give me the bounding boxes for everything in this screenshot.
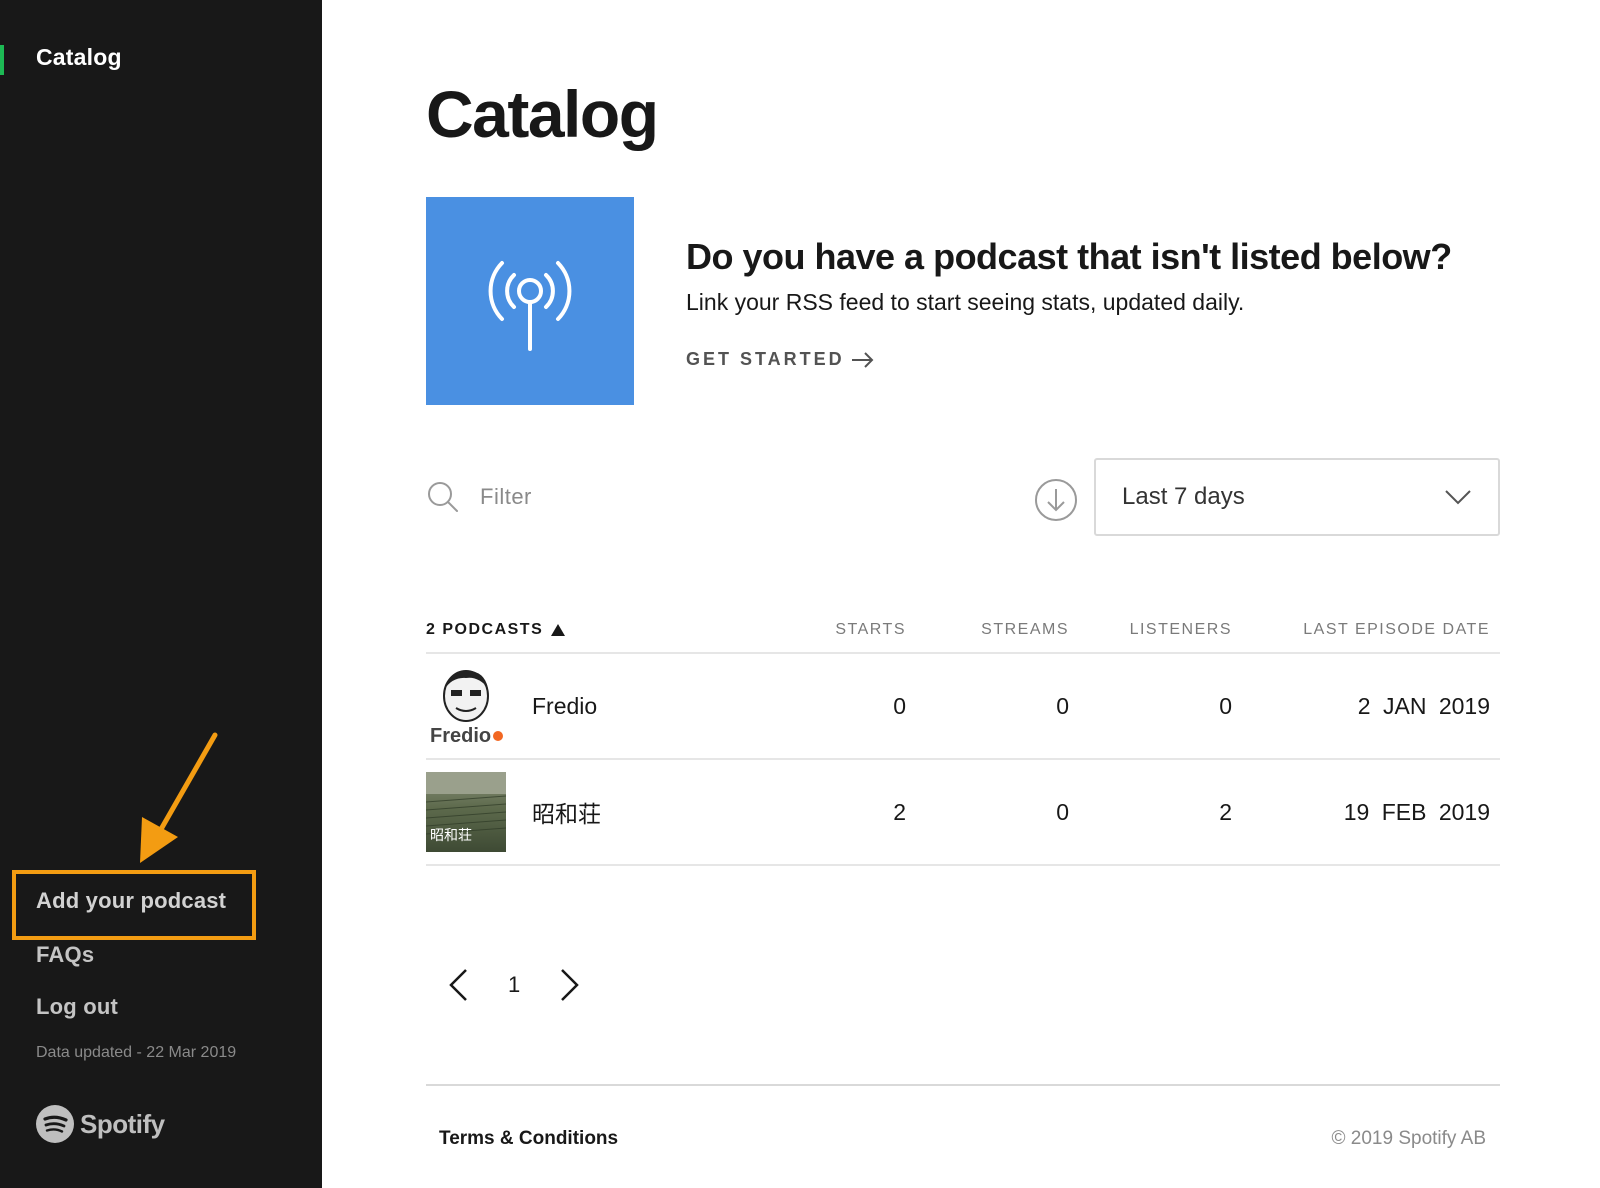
listeners-value: 2 — [1219, 798, 1232, 825]
podcast-name-cell: 昭和荘 昭和荘 — [426, 772, 806, 852]
footer-divider — [426, 1084, 1500, 1086]
faqs-link[interactable]: FAQs — [36, 942, 94, 968]
spotify-icon — [36, 1105, 74, 1143]
chevron-right-icon[interactable] — [558, 968, 582, 1002]
spotify-logo: Spotify — [36, 1105, 165, 1143]
promo-art — [426, 197, 634, 405]
column-header-podcasts[interactable]: 2 PODCASTS — [426, 621, 806, 639]
logout-link[interactable]: Log out — [36, 994, 118, 1020]
table-row[interactable]: Fredio Fredio 0 0 0 2 JAN 2019 — [426, 654, 1500, 760]
terms-link[interactable]: Terms & Conditions — [439, 1128, 618, 1150]
filter-input[interactable] — [480, 484, 880, 510]
main-content: Catalog Do you have a podcast that isn't… — [322, 0, 1600, 1188]
podcast-artwork: Fredio — [426, 666, 506, 746]
listeners-value: 0 — [1219, 692, 1232, 719]
podcast-name: 昭和荘 — [532, 801, 601, 827]
arrow-right-icon — [851, 351, 874, 368]
svg-text:Fredio: Fredio — [430, 725, 491, 746]
spotify-wordmark: Spotify — [80, 1108, 165, 1139]
table-row[interactable]: 昭和荘 昭和荘 2 0 2 19 FEB 2019 — [426, 760, 1500, 866]
showa-so-artwork: 昭和荘 — [426, 772, 506, 844]
annotation-arrow-icon — [140, 732, 218, 863]
data-updated-text: Data updated - 22 Mar 2019 — [36, 1044, 237, 1061]
podcasts-count-label: 2 PODCASTS — [426, 621, 544, 638]
filter-field[interactable] — [426, 480, 880, 514]
download-icon[interactable] — [1034, 478, 1078, 522]
date-range-value: Last 7 days — [1122, 483, 1245, 510]
sidebar-bottom: Add your podcast FAQs Log out Data updat… — [0, 0, 322, 1188]
pagination: 1 — [446, 968, 582, 1002]
column-header-starts[interactable]: STARTS — [806, 621, 906, 639]
page-number[interactable]: 1 — [508, 972, 520, 998]
svg-text:昭和荘: 昭和荘 — [430, 828, 472, 844]
podcast-name-cell: Fredio Fredio — [426, 666, 806, 746]
sort-ascending-icon — [551, 624, 566, 636]
chevron-down-icon — [1445, 490, 1471, 505]
add-podcast-link[interactable]: Add your podcast — [36, 888, 226, 914]
page-title: Catalog — [426, 77, 659, 151]
podcast-artwork: 昭和荘 — [426, 772, 506, 852]
table-header: 2 PODCASTS STARTS STREAMS LISTENERS LAST… — [426, 608, 1500, 654]
podcast-broadcast-icon — [488, 261, 572, 351]
fredio-face-icon: Fredio — [430, 670, 503, 746]
get-started-link[interactable]: GET STARTED — [686, 349, 875, 370]
starts-value: 2 — [893, 798, 906, 825]
search-icon — [428, 482, 458, 512]
column-header-last-episode[interactable]: LAST EPISODE DATE — [1232, 621, 1490, 639]
get-started-label: GET STARTED — [686, 349, 845, 369]
podcast-name: Fredio — [532, 692, 598, 719]
chevron-left-icon[interactable] — [446, 968, 470, 1002]
promo-subtext: Link your RSS feed to start seeing stats… — [686, 289, 1245, 315]
last-episode-date: 19 FEB 2019 — [1343, 798, 1490, 825]
column-header-listeners[interactable]: LISTENERS — [1069, 621, 1232, 639]
starts-value: 0 — [893, 692, 906, 719]
streams-value: 0 — [1056, 692, 1069, 719]
promo-heading: Do you have a podcast that isn't listed … — [686, 236, 1452, 277]
last-episode-date: 2 JAN 2019 — [1357, 692, 1490, 719]
streams-value: 0 — [1056, 798, 1069, 825]
copyright-text: © 2019 Spotify AB — [1331, 1128, 1487, 1149]
date-range-select[interactable]: Last 7 days — [1094, 458, 1500, 536]
sidebar: Catalog Add your podcast FAQs Log out Da… — [0, 0, 322, 1188]
column-header-streams[interactable]: STREAMS — [906, 621, 1069, 639]
podcast-table: 2 PODCASTS STARTS STREAMS LISTENERS LAST… — [426, 608, 1500, 866]
